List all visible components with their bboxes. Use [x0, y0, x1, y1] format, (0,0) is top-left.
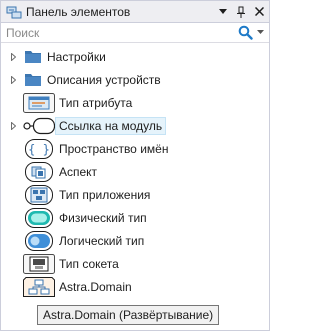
attribute-type-icon — [23, 92, 55, 113]
folder-icon — [25, 73, 41, 87]
folder-settings[interactable]: Настройки — [1, 45, 269, 68]
list-item-label: Тип атрибута — [59, 95, 133, 110]
namespace-icon: { } — [23, 138, 55, 159]
application-type-icon — [23, 184, 55, 205]
module-link-icon — [23, 116, 55, 136]
close-icon[interactable] — [251, 4, 267, 20]
list-item-logical-type[interactable]: Логический тип — [1, 229, 269, 252]
list-item-label: Пространство имён — [59, 141, 169, 156]
list-item-socket-type[interactable]: Тип сокета — [1, 252, 269, 275]
panel-titlebar: Панель элементов — [1, 1, 269, 23]
logical-type-icon — [23, 230, 55, 251]
toolbox-panel: Панель элементов Поиск Настройки Описани… — [0, 0, 270, 331]
list-item-label: Ссылка на модуль — [54, 116, 167, 135]
expand-arrow-icon[interactable] — [9, 52, 17, 62]
tooltip: Astra.Domain (Развёртывание) — [37, 305, 220, 325]
folder-icon — [25, 50, 41, 64]
list-item-application-type[interactable]: Тип приложения — [1, 183, 269, 206]
panel-title: Панель элементов — [26, 4, 131, 19]
list-item-module-link[interactable]: Ссылка на модуль — [1, 114, 269, 137]
expand-arrow-icon[interactable] — [9, 121, 17, 131]
astra-domain-icon — [23, 276, 55, 297]
search-icon[interactable] — [237, 25, 253, 41]
search-input[interactable] — [6, 23, 237, 42]
physical-type-icon — [23, 207, 55, 228]
socket-type-icon — [23, 253, 55, 274]
list-item-astra-domain[interactable]: Astra.Domain — [1, 275, 269, 298]
list-item-label: Astra.Domain — [59, 279, 132, 294]
list-item-label: Аспект — [59, 164, 98, 179]
list-item-aspect[interactable]: Аспект — [1, 160, 269, 183]
list-item-physical-type[interactable]: Физический тип — [1, 206, 269, 229]
toolbox-list: Настройки Описания устройств Тип атрибут… — [1, 43, 269, 298]
list-item-label: Тип сокета — [59, 256, 119, 271]
tooltip-text: Astra.Domain (Развёртывание) — [43, 308, 214, 322]
search-options-dropdown-icon[interactable] — [255, 25, 265, 41]
list-item-namespace[interactable]: { } Пространство имён — [1, 137, 269, 160]
toolbox-icon — [6, 4, 22, 20]
expand-arrow-icon[interactable] — [9, 75, 17, 85]
list-item-label: Физический тип — [59, 210, 147, 225]
list-item-label: Описания устройств — [47, 72, 161, 87]
list-item-label: Логический тип — [59, 233, 145, 248]
list-item-label: Тип приложения — [59, 187, 151, 202]
panel-options-dropdown-icon[interactable] — [215, 4, 231, 20]
svg-text:{ }: { } — [28, 142, 50, 156]
list-item-label: Настройки — [47, 49, 106, 64]
search-bar — [1, 23, 269, 43]
aspect-icon — [23, 161, 55, 182]
pin-icon[interactable] — [233, 4, 249, 20]
list-item-attribute-type[interactable]: Тип атрибута — [1, 91, 269, 114]
folder-device-descriptions[interactable]: Описания устройств — [1, 68, 269, 91]
